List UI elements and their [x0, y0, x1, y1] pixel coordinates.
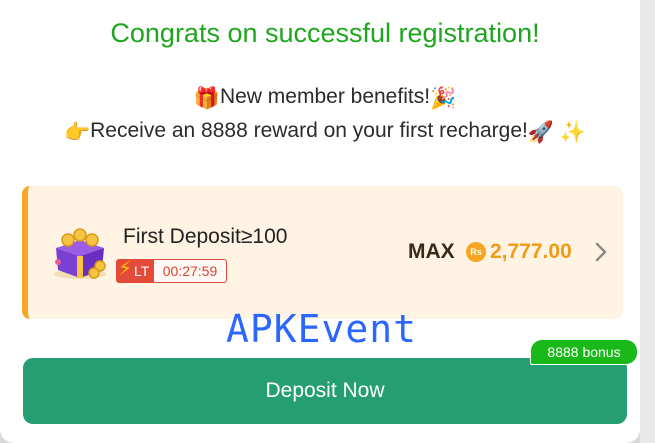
benefit-line-new-member: 🎁New member benefits!🎉 — [0, 83, 650, 113]
bonus-tag: 8888 bonus — [530, 339, 638, 365]
watermark-text: APKEvent — [226, 307, 418, 351]
offer-title: First Deposit≥100 — [123, 225, 288, 248]
benefit-line-reward: 👉Receive an 8888 reward on your first re… — [0, 117, 650, 147]
limited-time-badge: ⚡ LT — [116, 258, 154, 283]
background-strip — [640, 0, 655, 443]
dialog-title: Congrats on successful registration! — [110, 18, 540, 48]
max-amount: 2,777.00 — [490, 240, 572, 263]
gift-emoji-icon: 🎁 — [193, 87, 220, 110]
max-label: MAX — [408, 240, 455, 263]
gift-box-coins-icon — [54, 228, 106, 279]
deposit-now-button[interactable]: Deposit Now — [23, 358, 627, 424]
countdown-timer: 00:27:59 — [153, 259, 227, 283]
benefit-text-new-member: New member benefits! — [219, 85, 431, 108]
pointing-hand-icon: 👉 — [63, 121, 91, 144]
first-deposit-offer-card[interactable]: First Deposit≥100 ⚡ LT 00:27:59 MAX Rs 2… — [22, 186, 623, 319]
rupee-coin-icon: Rs — [466, 242, 486, 262]
party-popper-icon: 🎉 — [430, 87, 457, 110]
chevron-right-icon[interactable] — [594, 241, 608, 263]
limited-time-label: LT — [134, 263, 150, 279]
lightning-icon: ⚡ — [118, 258, 133, 280]
benefit-text-reward: Receive an 8888 reward on your first rec… — [90, 119, 528, 142]
rocket-sparkles-icon: 🚀 ✨ — [527, 121, 587, 144]
registration-success-dialog: Congrats on successful registration! 🎁Ne… — [0, 0, 640, 443]
